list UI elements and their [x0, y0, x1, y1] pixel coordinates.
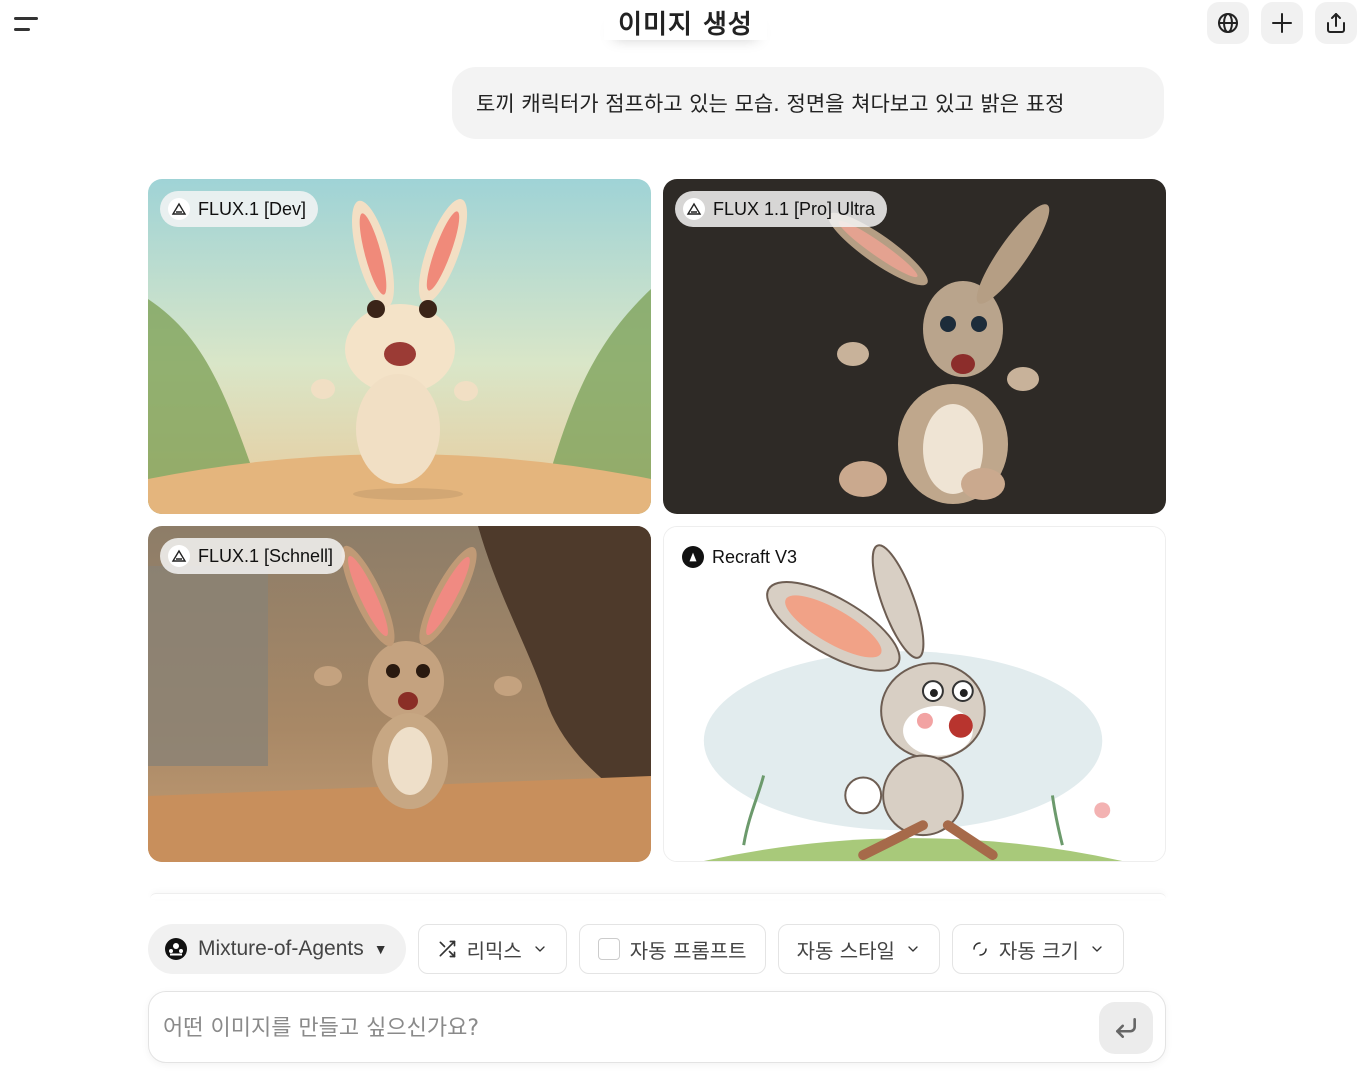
auto-prompt-toggle[interactable]: 자동 프롬프트	[578, 924, 766, 974]
auto-prompt-label: 자동 프롬프트	[629, 938, 747, 963]
model-badge: FLUX.1 [Schnell]	[160, 538, 346, 574]
user-prompt-text: 토끼 캐릭터가 점프하고 있는 모습. 정면을 쳐다보고 있고 밝은 표정	[476, 92, 1065, 116]
flux-icon	[683, 198, 705, 220]
share-button[interactable]	[1315, 2, 1357, 44]
share-icon	[1327, 13, 1345, 33]
image-card-flux-pro-ultra[interactable]: FLUX 1.1 [Pro] Ultra	[663, 179, 1166, 514]
auto-style-label: 자동 스타일	[796, 938, 895, 963]
shuffle-icon	[439, 940, 455, 958]
model-label: FLUX.1 [Dev]	[198, 198, 307, 219]
remix-button[interactable]: 리믹스	[417, 924, 567, 974]
chevron-down-icon	[908, 946, 918, 952]
caret-down-icon: ▼	[373, 941, 388, 957]
generated-image	[148, 179, 651, 514]
model-badge: FLUX 1.1 [Pro] Ultra	[675, 191, 888, 227]
generation-toolbar: Mixture-of-Agents ▼ 리믹스 자동 프롬프트 자동 스타일 자…	[148, 924, 1168, 976]
model-label: Recraft V3	[712, 546, 798, 567]
generated-image	[148, 526, 651, 862]
globe-icon	[1218, 13, 1238, 33]
flux-icon	[168, 545, 190, 567]
model-badge: Recraft V3	[676, 539, 809, 575]
flux-icon	[168, 198, 190, 220]
generated-image	[664, 527, 1165, 861]
new-chat-button[interactable]	[1261, 2, 1303, 44]
image-card-recraft-v3[interactable]: Recraft V3	[663, 526, 1166, 862]
model-badge: FLUX.1 [Dev]	[160, 191, 319, 227]
prompt-composer	[148, 991, 1166, 1063]
image-results-grid: FLUX.1 [Dev] FLUX 1.1 [Pro] Ultra FLUX.1…	[148, 179, 1166, 862]
resize-icon	[973, 942, 987, 956]
model-selector-label: Mixture-of-Agents	[198, 937, 364, 960]
auto-style-dropdown[interactable]: 자동 스타일	[777, 924, 940, 974]
language-button[interactable]	[1207, 2, 1249, 44]
image-card-flux-schnell[interactable]: FLUX.1 [Schnell]	[148, 526, 651, 862]
send-button[interactable]	[1099, 1002, 1153, 1054]
chevron-down-icon	[535, 946, 545, 952]
enter-icon	[1116, 1018, 1136, 1038]
model-label: FLUX.1 [Schnell]	[198, 545, 334, 566]
section-divider	[150, 893, 1166, 899]
top-actions	[1207, 2, 1357, 44]
chevron-down-icon	[1092, 946, 1102, 952]
generated-image	[663, 179, 1166, 514]
image-card-flux-dev[interactable]: FLUX.1 [Dev]	[148, 179, 651, 514]
auto-size-label: 자동 크기	[998, 938, 1079, 963]
prompt-input[interactable]	[163, 1008, 1083, 1048]
mixture-agents-icon	[165, 938, 187, 960]
auto-prompt-checkbox[interactable]	[597, 938, 620, 960]
model-label: FLUX 1.1 [Pro] Ultra	[713, 198, 876, 219]
model-selector[interactable]: Mixture-of-Agents ▼	[148, 924, 406, 974]
plus-icon	[1272, 13, 1292, 33]
auto-size-dropdown[interactable]: 자동 크기	[951, 924, 1124, 974]
user-prompt-bubble: 토끼 캐릭터가 점프하고 있는 모습. 정면을 쳐다보고 있고 밝은 표정	[452, 67, 1164, 139]
recraft-icon	[682, 546, 704, 568]
page-title: 이미지 생성	[0, 4, 1371, 41]
remix-label: 리믹스	[466, 938, 522, 963]
